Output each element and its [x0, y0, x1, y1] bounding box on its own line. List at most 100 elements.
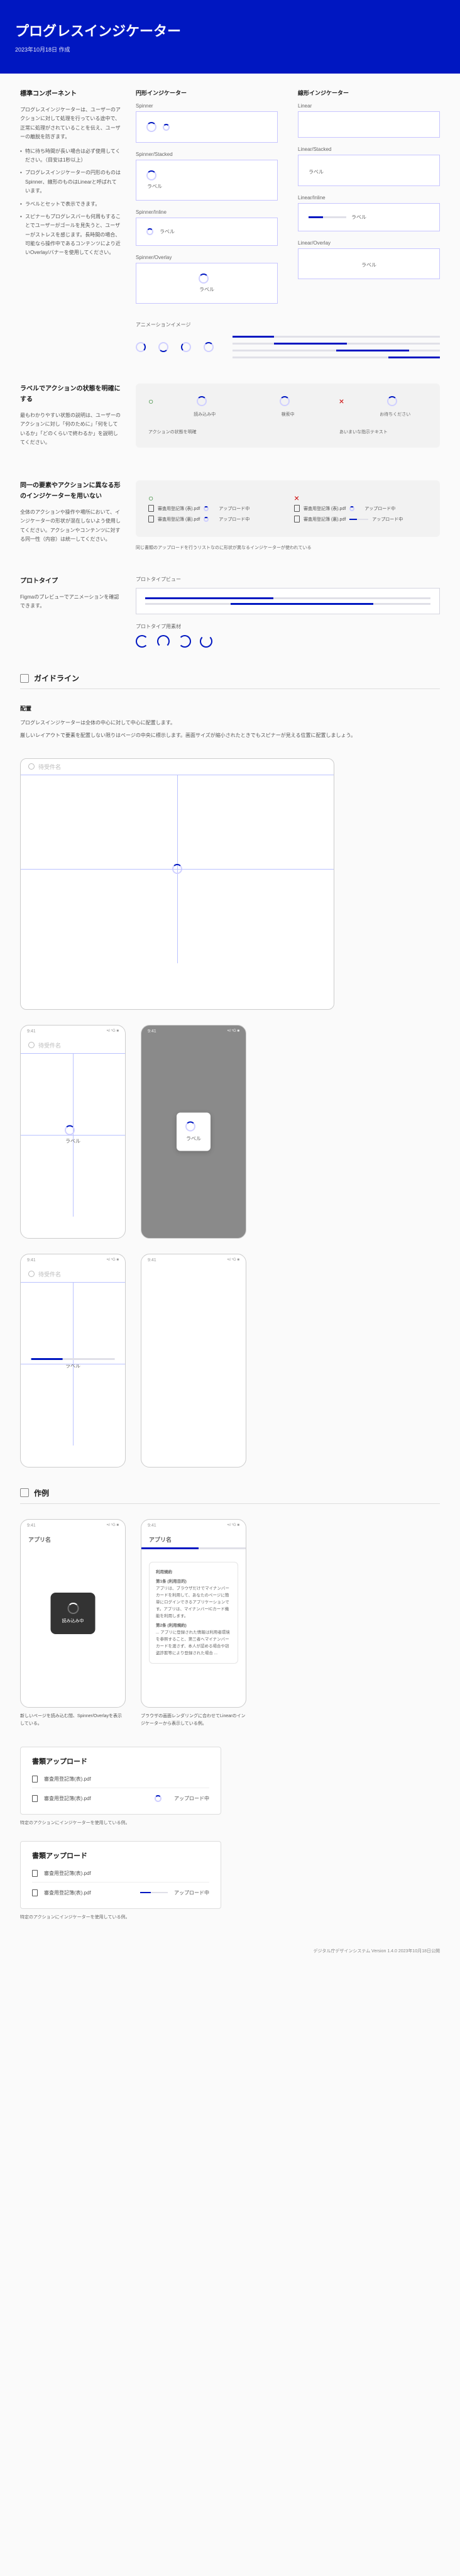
mock-title-text: 待受件名 — [38, 1041, 61, 1049]
section-desc: プログレスインジケーターは、ユーザーのアクションに対して処理を行っている途中で、… — [20, 106, 121, 142]
proto-preview[interactable] — [136, 588, 440, 614]
guide-text: プログレスインジケーターは全体の中心に対して中心に配置します。 — [20, 719, 440, 727]
creation-date: 2023年10月18日 作成 — [15, 45, 445, 53]
spinner-inline-sample: ラベル — [136, 218, 278, 246]
status-bar: 9:41•ıl ⁵G ■ — [21, 1520, 125, 1532]
proto-assets — [136, 635, 440, 648]
variant-group-heading: 線形インジケーター — [298, 89, 440, 97]
file-row: 審査用登記簿 (表).pdf アップロード中 — [148, 503, 282, 514]
spinner-icon — [146, 122, 156, 132]
linear-label: ラベル — [351, 214, 366, 221]
cross-icon: × — [294, 493, 427, 503]
linear-label: ラベル — [31, 1363, 115, 1369]
linear-sample — [298, 111, 440, 138]
file-name: 審査用登記簿(表).pdf — [44, 1795, 91, 1802]
file-row: 審査用登記簿 (裏).pdfアップロード中 — [294, 514, 427, 524]
variant-label: Linear/Inline — [298, 195, 440, 201]
linear-stacked-sample: ラベル — [298, 155, 440, 186]
tos-article: 第1条 (利用目的) — [156, 1578, 231, 1585]
mock-title-text: 待受件名 — [38, 763, 61, 771]
rule-desc: 最もわかりやすい状態の説明は、ユーザーのアクションに対し「何のために」「何をして… — [20, 411, 121, 448]
linear-label: ラベル — [309, 169, 429, 175]
upload-row: 審査用登記簿(表).pdf アップロード中 — [32, 1792, 209, 1805]
spinner-icon — [146, 170, 156, 180]
upload-card-linear: 書類アップロード 審査用登記簿(表).pdf 審査用登記簿(表).pdfアップロ… — [20, 1841, 221, 1909]
rule-heading: ラベルでアクションの状態を明確にする — [20, 384, 121, 405]
check-icon: ○ — [148, 493, 282, 503]
spinner-icon — [200, 635, 212, 648]
gear-icon — [28, 763, 35, 770]
linear-inline-sample: ラベル — [298, 203, 440, 231]
signal-icons: •ıl ⁵G ■ — [227, 1523, 239, 1527]
footer-text: デジタル庁デザインシステム Version 1.4.0 2023年10月18日公… — [0, 1935, 460, 1967]
placement-mockup-light: 9:41 •ıl ⁵G ■ 待受件名 ラベル — [20, 1025, 126, 1239]
time: 9:41 — [148, 1029, 156, 1034]
section-icon — [20, 674, 29, 683]
section-title: ガイドライン — [34, 673, 79, 683]
spinner-icon — [67, 1603, 79, 1614]
spinner-icon — [387, 396, 397, 406]
spinner-icon — [157, 635, 170, 648]
file-icon — [148, 516, 154, 522]
file-name: 審査用登記簿 (裏).pdf — [304, 516, 346, 522]
spinner-label: ラベル — [65, 1138, 80, 1145]
example-label: 読み込み中 — [194, 411, 216, 417]
time: 9:41 — [27, 1258, 36, 1263]
mock-window-title: 待受件名 — [21, 759, 334, 775]
file-icon — [32, 1889, 38, 1896]
linear-bar — [349, 519, 368, 520]
spinner-icon — [136, 342, 146, 352]
linear-bar — [233, 336, 440, 338]
linear-bar — [233, 350, 440, 351]
app-name: アプリ名 — [21, 1532, 125, 1547]
signal-icons: •ıl ⁵G ■ — [227, 1258, 239, 1262]
center-guides: ラベル — [21, 1053, 125, 1217]
variant-label: Linear/Overlay — [298, 240, 440, 246]
tos-title: 利用規約 — [156, 1569, 231, 1576]
spinner-icon — [204, 506, 209, 511]
file-name: 審査用登記簿 (表).pdf — [158, 506, 200, 512]
spinner-icon — [158, 342, 168, 352]
variant-group-heading: 円形インジケーター — [136, 89, 278, 97]
linear-bar — [233, 343, 440, 345]
usecase-caption: ブラウザの画面レンダリングに合わせてLinearのインジケーターから表示している… — [141, 1713, 246, 1728]
time: 9:41 — [27, 1029, 36, 1034]
variant-label: Spinner/Overlay — [136, 255, 278, 260]
spinner-icon — [181, 342, 191, 352]
center-guides: ラベル — [21, 1282, 125, 1446]
spinner-stacked-sample: ラベル — [136, 160, 278, 201]
file-icon — [32, 1795, 38, 1802]
file-status: アップロード中 — [364, 506, 395, 512]
file-status: アップロード中 — [219, 506, 249, 512]
tos-body: アプリは、ブラウザだけでマイナンバーカードを利用して、あなたのページに簡単にログ… — [156, 1585, 231, 1620]
section-title: 作例 — [34, 1488, 49, 1498]
animation-preview — [136, 336, 440, 358]
section-icon — [20, 1488, 29, 1497]
usecase-caption: 新しいページを読み込む間、Spinner/Overlayを表示している。 — [20, 1713, 126, 1728]
spinner-label: ラベル — [160, 228, 175, 235]
section-header: 作例 — [20, 1488, 440, 1504]
app-name: アプリ名 — [141, 1532, 246, 1547]
tos-body: ... アプリに登録された情報は利用者環境を参照すること、第三者へマイナンバーカ… — [156, 1629, 231, 1657]
example-label: 検索中 — [282, 411, 295, 417]
upload-status: アップロード中 — [174, 1795, 209, 1802]
placement-mockup-blank: 9:41•ıl ⁵G ■ — [141, 1254, 246, 1468]
signal-icons: •ıl ⁵G ■ — [107, 1029, 119, 1033]
upload-row: 審査用登記簿(表).pdf — [32, 1772, 209, 1788]
status-bar: 9:41•ıl ⁵G ■ — [21, 1254, 125, 1266]
app-name-text: アプリ名 — [149, 1535, 172, 1544]
center-guides — [21, 775, 334, 963]
upload-card-spinner: 書類アップロード 審査用登記簿(表).pdf 審査用登記簿(表).pdfアップロ… — [20, 1747, 221, 1815]
variant-label: Linear — [298, 103, 440, 109]
hero-banner: プログレスインジケーター 2023年10月18日 作成 — [0, 0, 460, 74]
status-bar: 9:41 •ıl ⁵G ■ — [141, 1520, 246, 1532]
upload-caption: 特定のアクションにインジケーターを使用している例。 — [20, 1914, 440, 1920]
spinner-icon — [178, 635, 191, 648]
time: 9:41 — [148, 1523, 156, 1528]
example-caption: あいまいな指示テキスト — [339, 429, 427, 435]
spinner-overlay-sample: ラベル — [136, 263, 278, 304]
list-item: 特に待ち時間が長い場合は必ず使用してください。（目安は1秒以上） — [20, 147, 121, 165]
file-row: 審査用登記簿 (表).pdfアップロード中 — [294, 503, 427, 514]
list-item: スピナーもプログレスバーも何周もすることでユーザーがゴールを見失うと、ユーザーが… — [20, 213, 121, 258]
file-icon — [294, 516, 300, 522]
